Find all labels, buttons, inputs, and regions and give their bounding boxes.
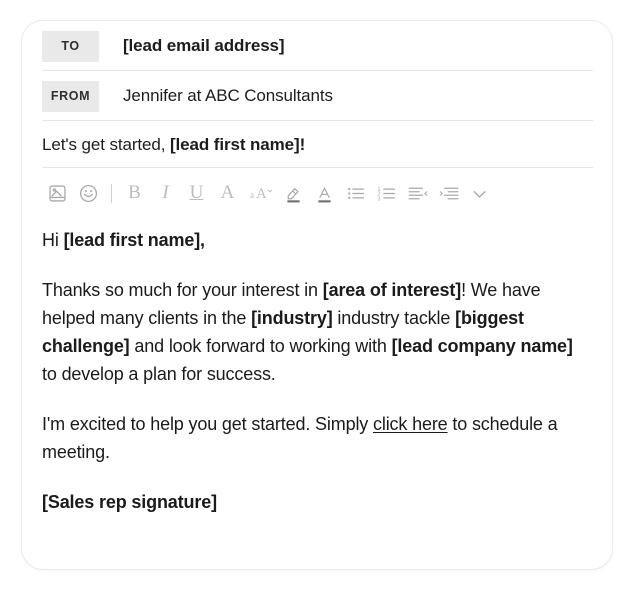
- text-color-icon[interactable]: [309, 178, 340, 209]
- font-family-button[interactable]: A: [212, 178, 243, 209]
- highlight-color-icon[interactable]: [278, 178, 309, 209]
- indent-icon[interactable]: [433, 178, 464, 209]
- greeting-suffix: ,: [200, 230, 205, 250]
- underline-button[interactable]: U: [181, 178, 212, 209]
- intro-part-3: industry tackle: [332, 308, 456, 328]
- subject-prefix: Let's get started,: [42, 134, 170, 154]
- subject-suffix: !: [299, 134, 306, 154]
- from-field-label: FROM: [42, 80, 99, 112]
- bulleted-list-icon[interactable]: [340, 178, 371, 209]
- formatting-toolbar: B I U A a A 1 2 3: [22, 168, 612, 218]
- svg-text:3: 3: [377, 196, 380, 202]
- from-field-row[interactable]: FROM Jennifer at ABC Consultants: [22, 71, 612, 121]
- emoji-icon[interactable]: [73, 178, 104, 209]
- to-field-value[interactable]: [lead email address]: [123, 36, 285, 56]
- cta-part-1: I'm excited to help you get started. Sim…: [42, 414, 373, 434]
- numbered-list-icon[interactable]: 1 2 3: [371, 178, 402, 209]
- bold-button[interactable]: B: [119, 178, 150, 209]
- signature-placeholder: [Sales rep signature]: [42, 492, 217, 512]
- from-field-value[interactable]: Jennifer at ABC Consultants: [123, 86, 333, 106]
- svg-text:A: A: [256, 185, 267, 201]
- align-icon[interactable]: [402, 178, 433, 209]
- font-size-icon[interactable]: a A: [247, 178, 278, 209]
- intro-part-1: Thanks so much for your interest in: [42, 280, 323, 300]
- subject-placeholder: [lead first name]: [169, 134, 300, 154]
- area-of-interest-placeholder: [area of interest]: [322, 280, 462, 300]
- lead-company-name-placeholder: [lead company name]: [391, 336, 573, 356]
- intro-part-4: and look forward to working with: [129, 336, 392, 356]
- insert-image-icon[interactable]: [42, 178, 73, 209]
- email-composer-card: TO [lead email address] FROM Jennifer at…: [21, 20, 613, 570]
- email-body[interactable]: Hi [lead first name], Thanks so much for…: [22, 218, 612, 516]
- click-here-link[interactable]: click here: [373, 414, 448, 434]
- industry-placeholder: [industry]: [251, 308, 333, 328]
- greeting-paragraph: Hi [lead first name],: [42, 226, 592, 254]
- intro-part-5: to develop a plan for success.: [42, 364, 276, 384]
- intro-paragraph: Thanks so much for your interest in [are…: [42, 276, 592, 388]
- subject-field-row[interactable]: Let's get started, [lead first name]!: [22, 121, 612, 168]
- svg-text:a: a: [250, 189, 254, 199]
- greeting-prefix: Hi: [42, 230, 64, 250]
- subject-field-value[interactable]: Let's get started, [lead first name]!: [42, 135, 305, 155]
- toolbar-divider: [111, 183, 112, 203]
- to-field-label: TO: [42, 30, 99, 62]
- to-field-row[interactable]: TO [lead email address]: [22, 21, 612, 71]
- cta-paragraph: I'm excited to help you get started. Sim…: [42, 410, 592, 466]
- more-options-chevron-icon[interactable]: [464, 178, 495, 209]
- italic-button[interactable]: I: [150, 178, 181, 209]
- greeting-placeholder: [lead first name]: [63, 230, 201, 250]
